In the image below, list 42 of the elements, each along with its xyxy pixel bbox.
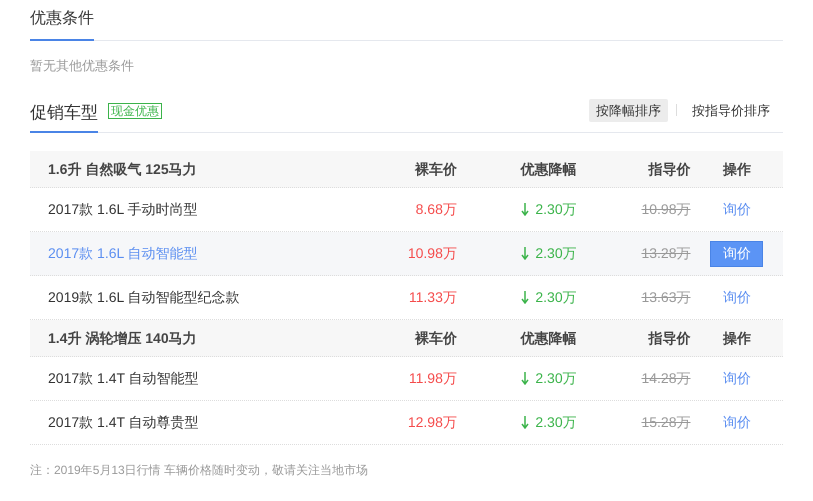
model-name: 2017款 1.4T 自动尊贵型 [48,414,199,430]
down-arrow-icon [521,372,530,385]
column-header: 操作 [722,160,751,178]
empty-message: 暂无其他优惠条件 [30,57,135,75]
model-name: 2017款 1.4T 自动智能型 [48,370,199,386]
model-name: 2017款 1.6L 自动智能型 [48,245,198,261]
sort-button[interactable]: 按指导价排序 [685,98,777,122]
discount: 2.30万 [535,244,577,263]
group-title: 1.6升 自然吸气 125马力 [48,160,197,176]
discount: 2.30万 [535,369,577,388]
price: 10.98万 [408,244,457,263]
sort-button[interactable]: 按降幅排序 [589,98,668,122]
column-header: 优惠降幅 [520,328,577,348]
tag: 现金优惠 [108,103,162,120]
guide-price: 10.98万 [641,200,691,219]
column-header: 裸车价 [414,328,457,348]
column-header: 操作 [722,328,751,348]
footnote: 注：2019年5月13日行情 车辆价格随时变动，敬请关注当地市场 [30,462,370,479]
discount: 2.30万 [535,413,577,432]
down-arrow-icon [521,203,530,216]
down-arrow-icon [521,291,530,304]
section-title: 促销车型 [30,98,98,133]
price: 12.98万 [408,413,457,432]
section-title: 优惠条件 [30,7,94,41]
column-header: 优惠降幅 [520,160,577,178]
price: 8.68万 [416,200,457,219]
guide-price: 13.28万 [641,244,691,263]
guide-price: 13.63万 [641,288,691,307]
column-header: 裸车价 [414,160,457,178]
discount: 2.30万 [535,288,577,307]
down-arrow-icon [521,416,530,429]
guide-price: 14.28万 [641,369,691,388]
price: 11.98万 [408,369,457,388]
guide-price: 15.28万 [641,413,691,432]
model-name: 2017款 1.6L 手动时尚型 [48,201,198,217]
discount: 2.30万 [535,200,577,219]
group-title: 1.4升 涡轮增压 140马力 [48,330,197,346]
model-name: 2019款 1.6L 自动智能型纪念款 [48,289,240,305]
column-header: 指导价 [648,328,691,348]
down-arrow-icon [521,247,530,260]
price: 11.33万 [408,288,457,307]
column-header: 指导价 [648,160,691,178]
